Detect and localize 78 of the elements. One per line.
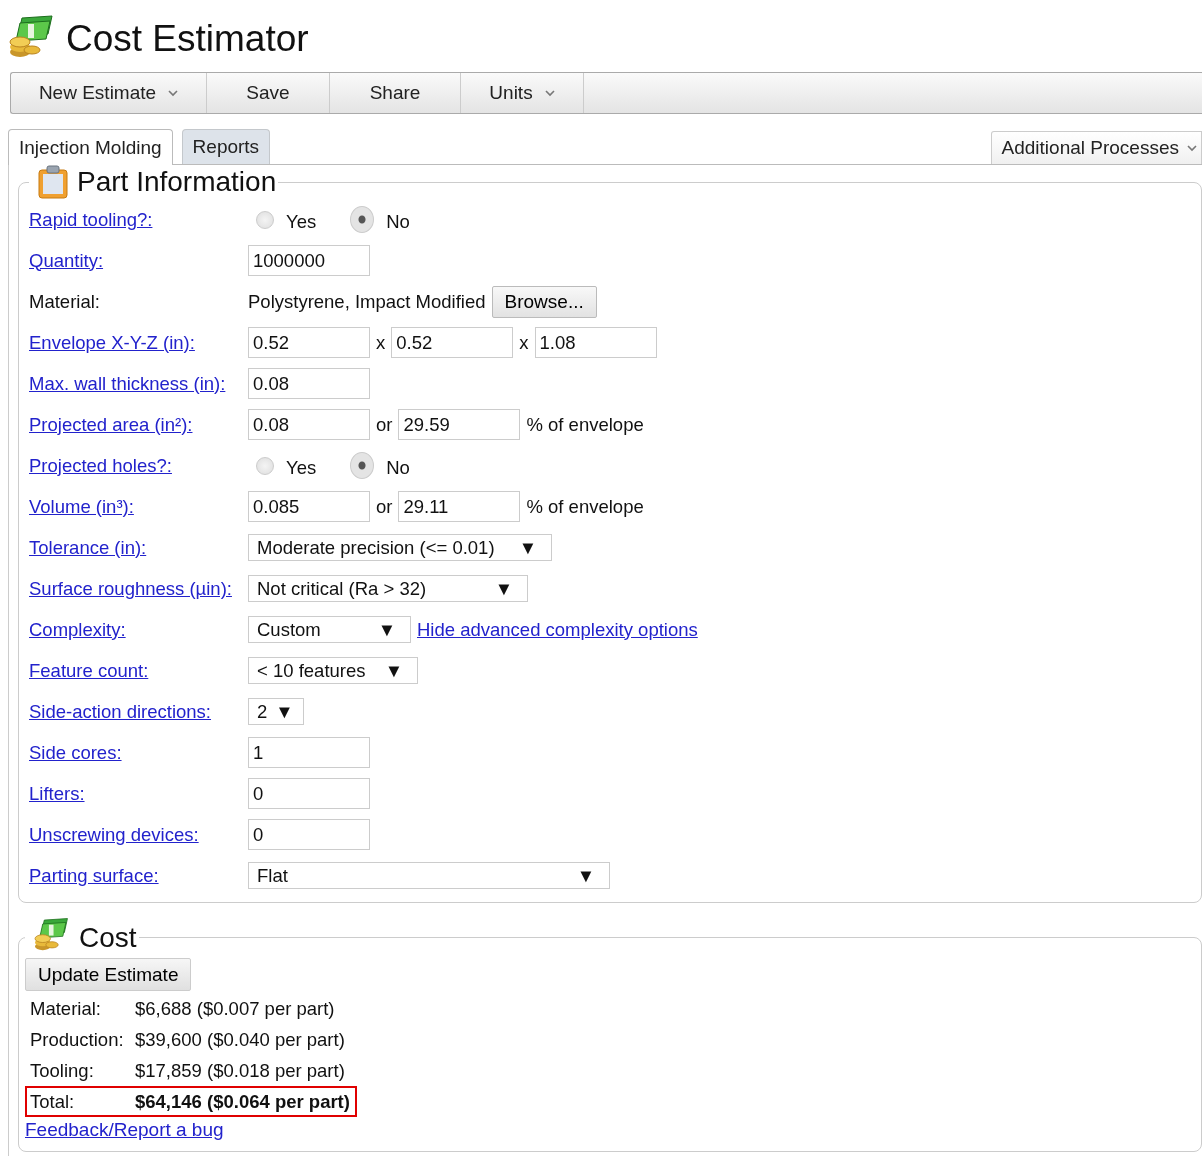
input-field[interactable]: 0.52 (391, 327, 514, 358)
radio-label: No (386, 210, 410, 233)
field-label-link[interactable]: Lifters: (29, 782, 85, 804)
field-label-link[interactable]: Projected holes?: (29, 454, 172, 476)
field-label-link[interactable]: Projected area (in²): (29, 413, 193, 435)
cost-value: $17,859 ($0.018 per part) (135, 1059, 345, 1082)
hide-options-link[interactable]: Hide advanced complexity options (417, 618, 698, 641)
separator-text: x (376, 331, 386, 354)
cost-label: Production: (30, 1028, 125, 1051)
radio-button[interactable] (256, 456, 274, 475)
cost-value: $6,688 ($0.007 per part) (135, 997, 335, 1020)
toolbar-button[interactable]: Units (461, 73, 584, 113)
select-dropdown[interactable]: Custom ▼ (248, 616, 411, 643)
separator-text: or (376, 413, 393, 436)
browse-button[interactable]: Browse... (491, 285, 597, 318)
cost-label: Tooling: (30, 1059, 95, 1082)
cost-label: Material: (30, 997, 102, 1020)
tab[interactable]: Reports (181, 129, 271, 164)
field-label-link[interactable]: Parting surface: (29, 864, 159, 886)
separator-text: or (376, 495, 393, 518)
money-icon (33, 917, 71, 951)
select-dropdown[interactable]: Moderate precision (<= 0.01) ▼ (248, 534, 552, 561)
input-field[interactable]: 1.08 (534, 327, 657, 358)
radio-label: No (386, 456, 410, 479)
input-field[interactable]: 0.52 (248, 327, 370, 358)
cost-value: $39,600 ($0.040 per part) (135, 1028, 345, 1051)
field-label: Material: (29, 290, 100, 312)
cost-value: $64,146 ($0.064 per part) (135, 1090, 350, 1113)
update-estimate-button[interactable]: Update Estimate (25, 958, 192, 991)
chevron-icon (168, 89, 179, 97)
field-label-link[interactable]: Max. wall thickness (in): (29, 372, 226, 394)
input-field[interactable]: 1000000 (248, 245, 370, 276)
select-dropdown[interactable]: 2 ▼ (248, 698, 304, 725)
input-field[interactable]: 0.08 (248, 368, 370, 399)
field-label-link[interactable]: Volume (in³): (29, 495, 134, 517)
select-dropdown[interactable]: < 10 features ▼ (248, 657, 418, 684)
field-label-link[interactable]: Side cores: (29, 741, 122, 763)
field-label-link[interactable]: Quantity: (29, 249, 104, 271)
input-field[interactable]: 0 (248, 819, 370, 850)
tab[interactable]: Injection Molding (8, 129, 173, 165)
chevron-icon (1187, 144, 1197, 152)
separator-text: x (519, 331, 529, 354)
radio-button[interactable] (256, 210, 274, 229)
input-field[interactable]: 29.11 (398, 491, 521, 522)
radio-button[interactable] (350, 206, 375, 233)
input-field[interactable]: 1 (248, 737, 370, 768)
money-icon (8, 14, 56, 58)
input-field[interactable]: 0 (248, 778, 370, 809)
toolbar-button[interactable]: New Estimate (11, 73, 207, 113)
chevron-icon (544, 89, 555, 97)
section-title: Cost (79, 921, 137, 954)
field-label-link[interactable]: Envelope X-Y-Z (in): (29, 331, 195, 353)
material-value: Polystyrene, Impact Modified (248, 290, 486, 313)
field-label-link[interactable]: Complexity: (29, 618, 126, 640)
toolbar-button[interactable]: Save (207, 73, 330, 113)
select-dropdown[interactable]: Not critical (Ra > 32) ▼ (248, 575, 528, 602)
clipboard-icon (37, 165, 69, 199)
section-title: Part Information (77, 166, 277, 198)
toolbar-button[interactable]: Share (330, 73, 461, 113)
input-field[interactable]: 0.08 (248, 409, 370, 440)
field-label-link[interactable]: Rapid tooling?: (29, 208, 153, 230)
field-label-link[interactable]: Tolerance (in): (29, 536, 147, 558)
input-field[interactable]: 0.085 (248, 491, 370, 522)
select-dropdown[interactable]: Flat ▼ (248, 862, 610, 889)
suffix-text: % of envelope (526, 413, 644, 436)
cost-label: Total: (30, 1090, 76, 1113)
radio-button[interactable] (350, 452, 375, 479)
app-title: Cost Estimator (66, 18, 309, 60)
additional-processes-dropdown[interactable]: Additional Processes (990, 131, 1202, 164)
field-label-link[interactable]: Unscrewing devices: (29, 823, 199, 845)
radio-label: Yes (286, 210, 317, 233)
suffix-text: % of envelope (526, 495, 644, 518)
field-label-link[interactable]: Surface roughness (µin): (29, 577, 232, 599)
field-label-link[interactable]: Side-action directions: (29, 700, 211, 722)
feedback-link[interactable]: Feedback/Report a bug (25, 1119, 224, 1141)
input-field[interactable]: 29.59 (398, 409, 521, 440)
radio-label: Yes (286, 456, 317, 479)
field-label-link[interactable]: Feature count: (29, 659, 149, 681)
